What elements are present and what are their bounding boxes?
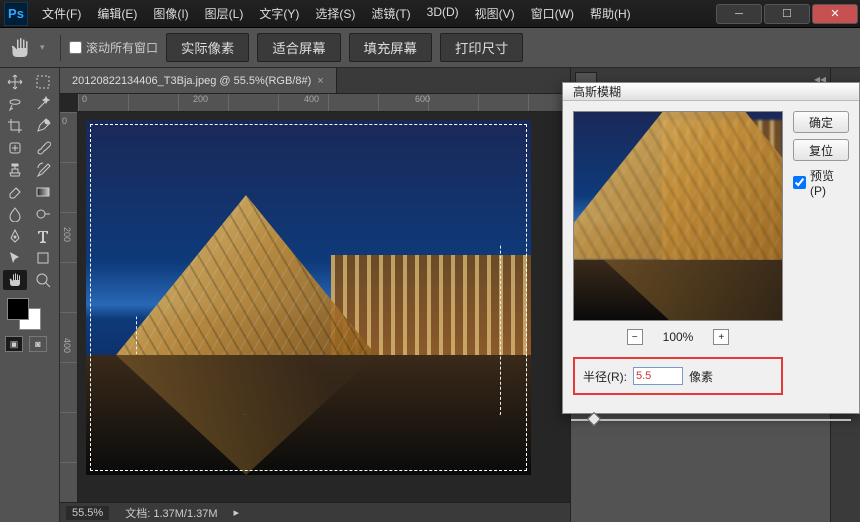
horizontal-ruler: 0 200 400 600 (78, 94, 570, 112)
hand-tool[interactable] (3, 270, 27, 290)
history-brush-tool[interactable] (31, 160, 55, 180)
ruler-tick: 0 (62, 116, 67, 126)
quickmask-mode-icon[interactable]: ◙ (29, 336, 47, 352)
healing-brush-tool[interactable] (3, 138, 27, 158)
pen-tool[interactable] (3, 226, 27, 246)
shape-tool[interactable] (31, 248, 55, 268)
tool-preset-caret[interactable]: ▾ (40, 42, 52, 53)
ruler-tick: 200 (193, 94, 208, 104)
preview-zoom-out[interactable]: − (627, 329, 643, 345)
hand-tool-icon (8, 36, 32, 60)
minimize-button[interactable]: ─ (716, 4, 762, 24)
vertical-ruler: 0 200 400 (60, 112, 78, 502)
lasso-tool[interactable] (3, 94, 27, 114)
blur-preview[interactable] (573, 111, 783, 321)
foreground-color[interactable] (7, 298, 29, 320)
menu-layer[interactable]: 图层(L) (199, 1, 250, 26)
ok-button[interactable]: 确定 (793, 111, 849, 133)
dodge-tool[interactable] (31, 204, 55, 224)
close-button[interactable]: ✕ (812, 4, 858, 24)
menu-help[interactable]: 帮助(H) (584, 1, 637, 26)
scroll-all-windows-check[interactable]: 滚动所有窗口 (69, 39, 158, 56)
menubar: 文件(F) 编辑(E) 图像(I) 图层(L) 文字(Y) 选择(S) 滤镜(T… (36, 1, 716, 26)
actual-pixels-button[interactable]: 实际像素 (166, 33, 249, 62)
radius-slider[interactable] (571, 413, 851, 427)
radius-unit: 像素 (689, 368, 713, 385)
zoom-level[interactable]: 55.5% (66, 506, 109, 520)
path-selection-tool[interactable] (3, 248, 27, 268)
gradient-tool[interactable] (31, 182, 55, 202)
move-tool[interactable] (3, 72, 27, 92)
document-tab-close[interactable]: × (317, 75, 323, 87)
menu-image[interactable]: 图像(I) (147, 1, 194, 26)
dialog-title: 高斯模糊 (563, 83, 859, 101)
ruler-tick: 0 (82, 94, 87, 104)
fill-screen-button[interactable]: 填充屏幕 (349, 33, 432, 62)
menu-type[interactable]: 文字(Y) (253, 1, 305, 26)
scroll-all-label: 滚动所有窗口 (86, 39, 158, 56)
type-tool[interactable] (31, 226, 55, 246)
menu-view[interactable]: 视图(V) (469, 1, 521, 26)
ruler-tick: 200 (62, 227, 72, 242)
options-bar: ▾ 滚动所有窗口 实际像素 适合屏幕 填充屏幕 打印尺寸 (0, 28, 860, 68)
status-bar: 55.5% 文档: 1.37M/1.37M ▸ (60, 502, 570, 522)
canvas[interactable] (86, 120, 531, 475)
status-caret[interactable]: ▸ (234, 506, 240, 519)
preview-label-text: 预览(P) (810, 167, 849, 198)
ruler-tick: 600 (415, 94, 430, 104)
document-tab[interactable]: 20120822134406_T3Bja.jpeg @ 55.5%(RGB/8#… (60, 68, 337, 93)
clone-stamp-tool[interactable] (3, 160, 27, 180)
ruler-tick: 400 (62, 338, 72, 353)
eraser-tool[interactable] (3, 182, 27, 202)
print-size-button[interactable]: 打印尺寸 (440, 33, 523, 62)
fit-screen-button[interactable]: 适合屏幕 (257, 33, 340, 62)
scroll-all-checkbox[interactable] (69, 41, 82, 54)
standard-mode-icon[interactable]: ▣ (5, 336, 23, 352)
radius-input[interactable] (633, 367, 683, 385)
crop-tool[interactable] (3, 116, 27, 136)
menu-filter[interactable]: 滤镜(T) (365, 1, 416, 26)
reset-button[interactable]: 复位 (793, 139, 849, 161)
menu-edit[interactable]: 编辑(E) (91, 1, 143, 26)
preview-zoom-in[interactable]: + (713, 329, 729, 345)
preview-checkbox-label[interactable]: 预览(P) (793, 167, 849, 198)
menu-select[interactable]: 选择(S) (309, 1, 361, 26)
color-swatches[interactable] (3, 296, 56, 332)
document-area: 20120822134406_T3Bja.jpeg @ 55.5%(RGB/8#… (60, 68, 570, 522)
maximize-button[interactable]: ☐ (764, 4, 810, 24)
eyedropper-tool[interactable] (31, 116, 55, 136)
toolbox: ▣ ◙ (0, 68, 60, 522)
radius-slider-thumb[interactable] (587, 412, 601, 426)
gaussian-blur-dialog: 高斯模糊 − 100% + 半径(R): 像素 确 (562, 82, 860, 414)
menu-3d[interactable]: 3D(D) (421, 1, 465, 26)
marquee-tool[interactable] (31, 72, 55, 92)
doc-size-label: 文档: (125, 508, 150, 520)
menu-file[interactable]: 文件(F) (36, 1, 87, 26)
doc-size-value: 1.37M/1.37M (153, 508, 217, 520)
brush-tool[interactable] (31, 138, 55, 158)
preview-checkbox[interactable] (793, 176, 806, 189)
preview-zoom-level: 100% (663, 330, 694, 344)
document-tab-label: 20120822134406_T3Bja.jpeg @ 55.5%(RGB/8#… (72, 75, 311, 87)
zoom-tool[interactable] (31, 270, 55, 290)
app-logo: Ps (4, 2, 28, 26)
menu-window[interactable]: 窗口(W) (525, 1, 580, 26)
radius-label: 半径(R): (583, 368, 627, 385)
magic-wand-tool[interactable] (31, 94, 55, 114)
ruler-tick: 400 (304, 94, 319, 104)
blur-tool[interactable] (3, 204, 27, 224)
